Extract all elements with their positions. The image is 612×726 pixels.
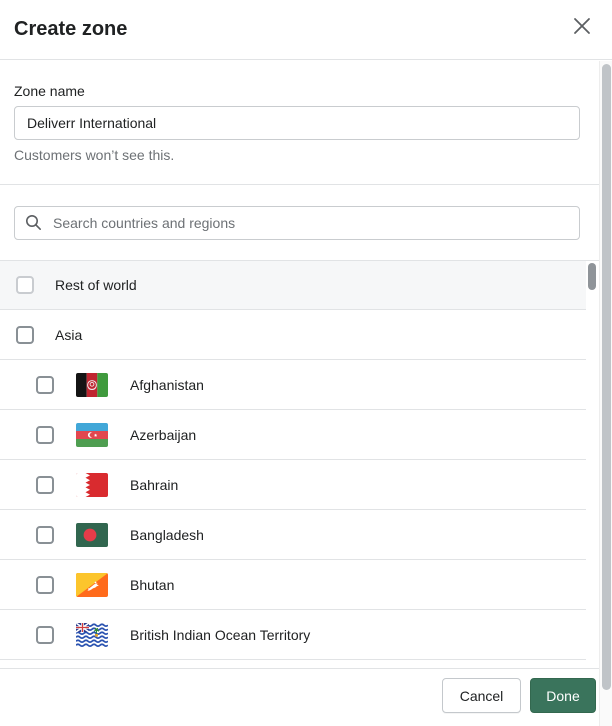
country-label: Bhutan xyxy=(130,577,174,593)
list-row-bahrain[interactable]: Bahrain xyxy=(0,460,586,510)
list-row-azerbaijan[interactable]: Azerbaijan xyxy=(0,410,586,460)
modal-scrollbar-thumb[interactable] xyxy=(602,64,611,690)
close-icon xyxy=(573,17,591,38)
list-scrollbar-thumb[interactable] xyxy=(588,263,596,290)
list-row-british-indian-ocean-territory[interactable]: British Indian Ocean Territory xyxy=(0,610,586,660)
bahrain-flag-icon xyxy=(76,473,108,497)
bahrain-checkbox[interactable] xyxy=(36,476,54,494)
country-label: Afghanistan xyxy=(130,377,204,393)
list-row-bangladesh[interactable]: Bangladesh xyxy=(0,510,586,560)
modal-footer: Cancel Done xyxy=(0,668,599,726)
country-label: British Indian Ocean Territory xyxy=(130,627,310,643)
bhutan-flag-icon xyxy=(76,573,108,597)
country-label: Azerbaijan xyxy=(130,427,196,443)
azerbaijan-checkbox[interactable] xyxy=(36,426,54,444)
afghanistan-checkbox[interactable] xyxy=(36,376,54,394)
list-row-rest-of-world[interactable]: Rest of world xyxy=(0,261,586,310)
bangladesh-checkbox[interactable] xyxy=(36,526,54,544)
close-button[interactable] xyxy=(571,16,593,38)
country-list: Rest of world Asia xyxy=(0,260,599,660)
zone-name-label: Zone name xyxy=(14,83,599,99)
british-indian-ocean-territory-flag-icon xyxy=(76,623,108,647)
zone-name-section: Zone name Customers won’t see this. xyxy=(0,61,599,163)
asia-label: Asia xyxy=(55,327,82,343)
create-zone-modal: Create zone Zone name Customers won’t se… xyxy=(0,0,612,726)
modal-header: Create zone xyxy=(0,0,612,60)
search-icon xyxy=(25,214,42,236)
afghanistan-flag-icon xyxy=(76,373,108,397)
bangladesh-flag-icon xyxy=(76,523,108,547)
list-row-asia[interactable]: Asia xyxy=(0,310,586,360)
modal-scrollbar-track[interactable] xyxy=(599,61,612,726)
zone-name-input[interactable] xyxy=(14,106,580,140)
azerbaijan-flag-icon xyxy=(76,423,108,447)
british-indian-ocean-territory-checkbox[interactable] xyxy=(36,626,54,644)
search-section xyxy=(0,185,599,260)
zone-name-helper-text: Customers won’t see this. xyxy=(14,147,599,163)
cancel-button[interactable]: Cancel xyxy=(442,678,521,713)
bhutan-checkbox[interactable] xyxy=(36,576,54,594)
modal-title: Create zone xyxy=(14,18,127,41)
list-row-afghanistan[interactable]: Afghanistan xyxy=(0,360,586,410)
list-row-bhutan[interactable]: Bhutan xyxy=(0,560,586,610)
done-button[interactable]: Done xyxy=(530,678,596,713)
rest-of-world-checkbox[interactable] xyxy=(16,276,34,294)
search-input[interactable] xyxy=(14,206,580,240)
modal-body: Zone name Customers won’t see this. Rest… xyxy=(0,61,599,660)
rest-of-world-label: Rest of world xyxy=(55,277,137,293)
country-label: Bangladesh xyxy=(130,527,204,543)
asia-checkbox[interactable] xyxy=(16,326,34,344)
country-label: Bahrain xyxy=(130,477,178,493)
